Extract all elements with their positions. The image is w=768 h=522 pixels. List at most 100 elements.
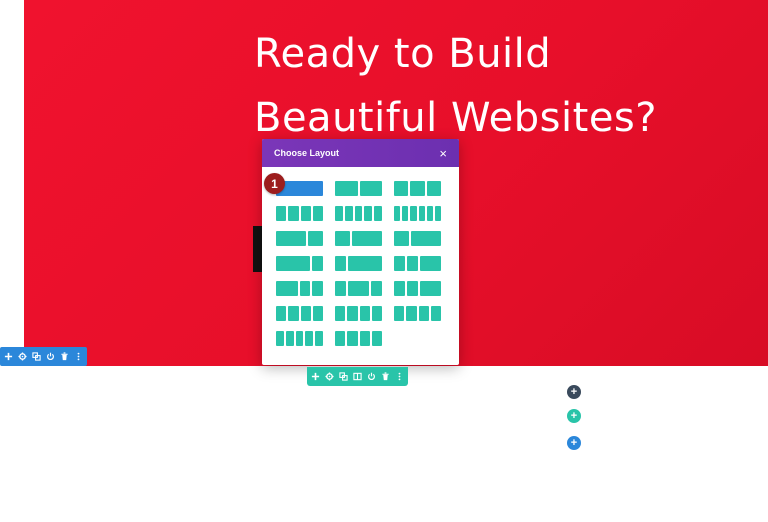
section-toolbar (0, 347, 87, 366)
power-icon[interactable] (45, 351, 56, 362)
layout-column (347, 281, 370, 296)
layout-column (311, 256, 323, 271)
layout-option[interactable] (394, 231, 441, 246)
layout-column (276, 281, 298, 296)
power-icon[interactable] (366, 371, 377, 382)
layout-option[interactable] (394, 256, 441, 271)
add-row-button[interactable]: + (567, 409, 581, 423)
layout-column (418, 206, 425, 221)
duplicate-icon[interactable] (338, 371, 349, 382)
layout-column (308, 231, 323, 246)
layout-option[interactable] (394, 206, 442, 221)
more-icon[interactable] (394, 371, 405, 382)
layout-column (288, 306, 299, 321)
gear-icon[interactable] (17, 351, 28, 362)
layout-column (300, 206, 311, 221)
layout-column (419, 281, 441, 296)
layout-option[interactable] (276, 281, 323, 296)
module-edge-tab[interactable] (253, 226, 262, 272)
add-icon[interactable] (310, 371, 321, 382)
layout-column (411, 231, 441, 246)
layout-column (276, 256, 310, 271)
layout-column (312, 206, 323, 221)
layout-column (288, 206, 299, 221)
layout-column (335, 231, 350, 246)
layout-column (335, 331, 346, 346)
layout-column (434, 206, 442, 221)
layout-column (371, 281, 382, 296)
layout-column (335, 256, 347, 271)
add-module-button[interactable]: + (567, 436, 581, 450)
add-icon[interactable] (3, 351, 14, 362)
layout-option[interactable] (394, 306, 441, 321)
layout-column (276, 206, 287, 221)
add-section-button[interactable]: + (567, 385, 581, 399)
layout-column (394, 231, 409, 246)
duplicate-icon[interactable] (31, 351, 42, 362)
layout-column (402, 206, 409, 221)
layout-option[interactable] (335, 256, 382, 271)
layout-option[interactable] (276, 331, 323, 346)
layout-column (315, 331, 323, 346)
layout-column (305, 331, 314, 346)
layout-column (374, 206, 382, 221)
layout-option[interactable] (394, 281, 441, 296)
gear-icon[interactable] (324, 371, 335, 382)
layout-column (364, 206, 373, 221)
layout-option[interactable] (335, 231, 382, 246)
layout-column (276, 231, 306, 246)
layout-column (344, 206, 353, 221)
layout-column (359, 181, 382, 196)
layout-column (426, 206, 433, 221)
layout-column (394, 206, 401, 221)
layout-option[interactable] (276, 256, 323, 271)
layout-column (347, 331, 358, 346)
layout-column (394, 281, 405, 296)
layout-option[interactable] (335, 281, 382, 296)
layout-column (348, 256, 382, 271)
layout-column (276, 331, 284, 346)
layout-column (347, 306, 358, 321)
layout-column (394, 181, 409, 196)
layout-option[interactable] (335, 181, 382, 196)
layout-column (406, 281, 418, 296)
modal-header: Choose Layout × (262, 139, 459, 167)
layout-column (430, 306, 441, 321)
more-icon[interactable] (73, 351, 84, 362)
layout-option[interactable] (335, 206, 382, 221)
layout-column (359, 306, 370, 321)
close-icon[interactable]: × (439, 147, 447, 160)
layout-option[interactable] (276, 231, 323, 246)
trash-icon[interactable] (380, 371, 391, 382)
layout-column (426, 181, 441, 196)
trash-icon[interactable] (59, 351, 70, 362)
columns-icon[interactable] (352, 371, 363, 382)
layout-column (299, 281, 311, 296)
layout-column (352, 231, 382, 246)
layout-option[interactable] (335, 306, 382, 321)
layout-column (335, 206, 343, 221)
layout-column (406, 306, 417, 321)
layout-column (285, 331, 294, 346)
layout-column (371, 306, 382, 321)
step-badge: 1 (264, 173, 285, 194)
layout-column (394, 306, 405, 321)
layout-column (418, 306, 429, 321)
layout-column (300, 306, 311, 321)
layout-option[interactable] (276, 206, 323, 221)
layout-column (335, 181, 358, 196)
layout-option[interactable] (335, 331, 382, 346)
layout-column (419, 256, 441, 271)
layout-column (394, 256, 405, 271)
modal-title: Choose Layout (274, 148, 340, 158)
layout-column (371, 331, 382, 346)
layout-column (335, 281, 346, 296)
row-toolbar (307, 367, 408, 386)
layout-column (406, 256, 418, 271)
layout-column (312, 281, 323, 296)
layout-option[interactable] (394, 181, 441, 196)
layout-option[interactable] (276, 306, 323, 321)
layout-column (312, 306, 323, 321)
layout-column (359, 331, 370, 346)
layout-column (335, 306, 346, 321)
